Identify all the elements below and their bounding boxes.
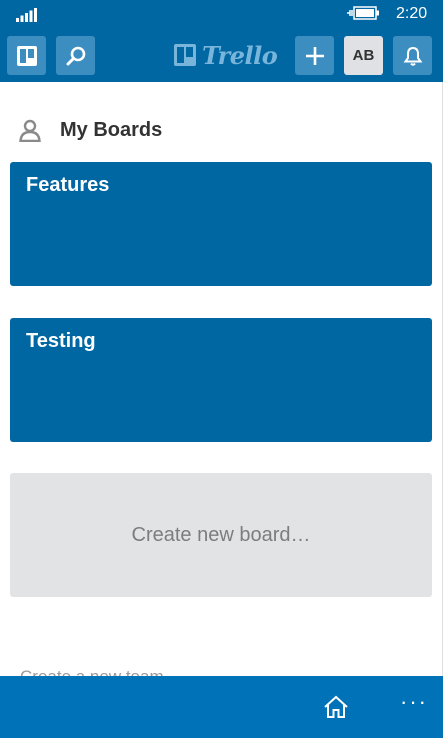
create-team-link[interactable]: Create a new team… bbox=[20, 667, 181, 676]
create-board-label: Create new board… bbox=[131, 523, 311, 546]
section-title: My Boards bbox=[60, 118, 163, 141]
search-icon bbox=[66, 46, 85, 65]
board-tile-features[interactable]: Features bbox=[10, 162, 432, 286]
signal-bars-icon bbox=[16, 8, 37, 22]
bell-icon bbox=[403, 46, 422, 66]
person-icon bbox=[19, 119, 41, 142]
battery-charging-icon bbox=[347, 6, 379, 20]
avatar-initials: AB bbox=[352, 47, 375, 64]
search-button[interactable] bbox=[56, 36, 95, 75]
boards-list: My Boards Features Testing Create new bo… bbox=[0, 82, 443, 676]
avatar-button[interactable]: AB bbox=[344, 36, 383, 75]
section-header: My Boards bbox=[18, 118, 162, 142]
bottom-app-bar: ··· bbox=[0, 676, 443, 738]
app-header: Trello AB bbox=[0, 28, 443, 82]
more-button[interactable]: ··· bbox=[400, 691, 428, 713]
home-icon[interactable] bbox=[323, 695, 349, 719]
status-bar: 2:20 bbox=[0, 0, 443, 28]
notifications-button[interactable] bbox=[393, 36, 432, 75]
create-board-button[interactable]: Create new board… bbox=[10, 473, 432, 597]
boards-icon bbox=[16, 45, 37, 66]
logo-text: Trello bbox=[202, 40, 278, 70]
board-name: Features bbox=[26, 174, 110, 196]
board-tile-testing[interactable]: Testing bbox=[10, 318, 432, 442]
plus-icon bbox=[305, 46, 324, 65]
trello-logo: Trello bbox=[173, 40, 278, 70]
board-name: Testing bbox=[26, 330, 96, 352]
trello-logo-icon bbox=[174, 44, 196, 66]
boards-button[interactable] bbox=[7, 36, 46, 75]
add-button[interactable] bbox=[295, 36, 334, 75]
clock: 2:20 bbox=[396, 5, 428, 22]
